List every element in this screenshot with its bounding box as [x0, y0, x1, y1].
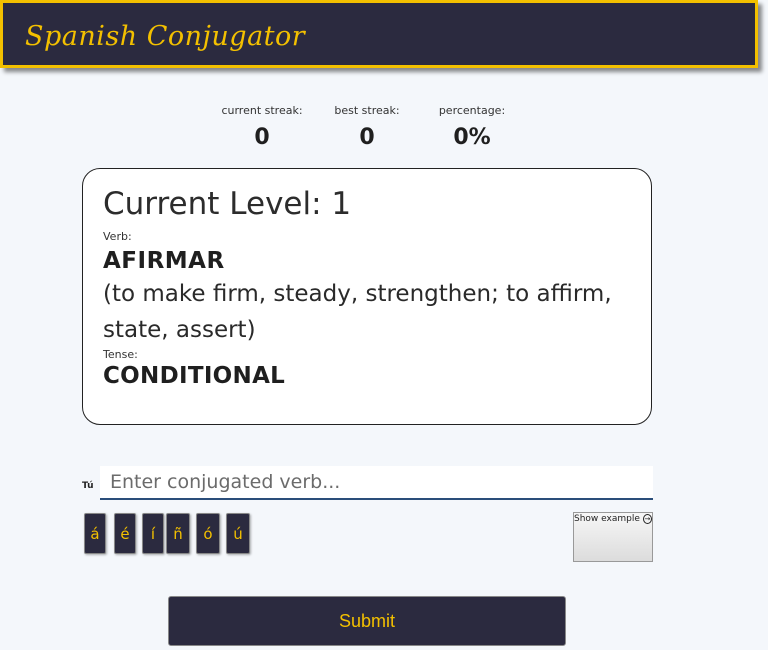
accent-button-a[interactable]: á [84, 513, 106, 554]
stat-value: 0% [453, 125, 491, 150]
verb-infinitive: AFIRMAR [103, 248, 225, 274]
stat-label: percentage: [438, 104, 506, 117]
question-card: Current Level: 1 Verb: AFIRMAR (to make … [82, 168, 652, 425]
show-example-button[interactable]: Show example → [573, 512, 653, 562]
accent-button-u[interactable]: ú [226, 513, 250, 554]
stat-value: 0 [359, 125, 375, 150]
accent-button-n[interactable]: ñ [166, 513, 190, 554]
circle-arrow-right-icon: → [642, 514, 652, 524]
stat-value: 0 [254, 125, 270, 150]
level-heading: Current Level: 1 [103, 186, 352, 222]
show-example-label: Show example [574, 514, 640, 524]
stat-current-streak: current streak: 0 [212, 104, 312, 150]
pronoun-label: Tú [82, 481, 94, 491]
app-header: Spanish Conjugator [0, 0, 758, 68]
stat-percentage: percentage: 0% [422, 104, 522, 150]
accent-button-o[interactable]: ó [196, 513, 220, 554]
verb-label: Verb: [103, 230, 132, 243]
stat-best-streak: best streak: 0 [317, 104, 417, 150]
accent-button-e[interactable]: é [114, 513, 136, 554]
tense-label: Tense: [103, 348, 138, 361]
tense-value: CONDITIONAL [103, 363, 286, 389]
stat-label: best streak: [334, 104, 400, 117]
stat-label: current streak: [221, 104, 303, 117]
verb-meaning: (to make firm, steady, strengthen; to af… [103, 281, 612, 343]
app-title: Spanish Conjugator [25, 21, 306, 52]
accent-button-i[interactable]: í [142, 513, 164, 554]
submit-button[interactable]: Submit [168, 596, 566, 646]
conjugation-input[interactable] [100, 466, 653, 500]
